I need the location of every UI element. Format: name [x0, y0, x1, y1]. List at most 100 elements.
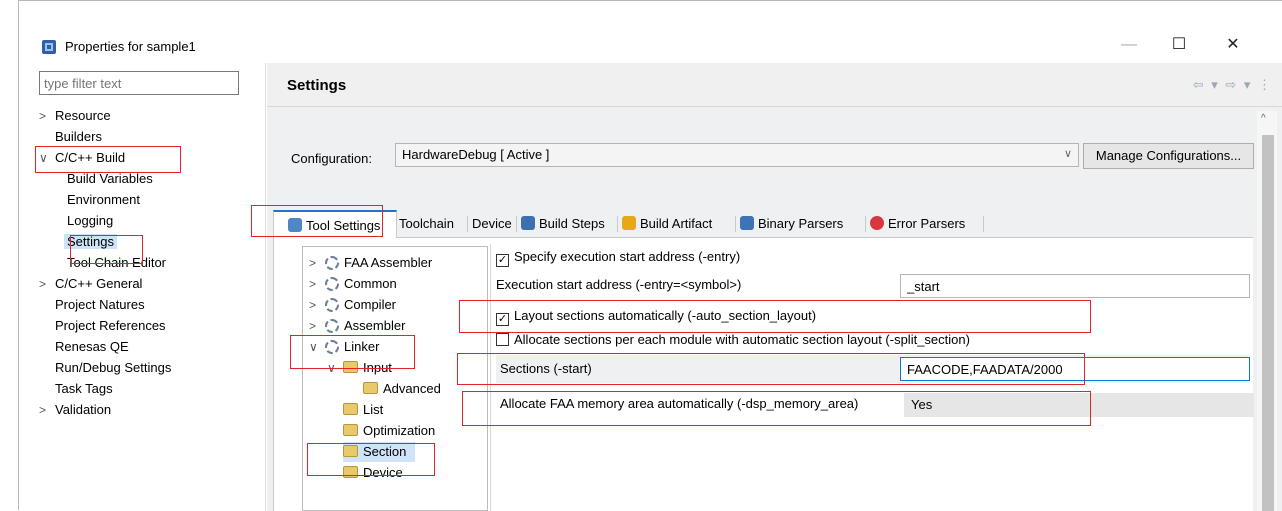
entry-address-label: Execution start address (-entry=<symbol>… — [496, 277, 742, 292]
tool-item-optimization[interactable]: Optimization — [343, 421, 435, 441]
highlight-box — [457, 353, 1085, 385]
tab-toolchain[interactable]: Toolchain — [399, 210, 454, 238]
entry-address-input[interactable] — [900, 274, 1250, 298]
tab-label: Device — [472, 216, 512, 231]
tool-item-assembler[interactable]: > Assembler — [309, 316, 405, 336]
highlight-box — [462, 391, 1091, 426]
tree-label: Project References — [55, 318, 166, 333]
tool-label: Assembler — [344, 318, 406, 333]
tree-item-environment[interactable]: Environment — [67, 190, 140, 210]
chevron-down-icon: ∨ — [1063, 148, 1072, 160]
tab-label: Build Steps — [539, 216, 605, 231]
tool-item-faa-assembler[interactable]: > FAA Assembler — [309, 253, 432, 273]
panel-divider — [265, 63, 266, 511]
scrollbar-thumb[interactable] — [1262, 135, 1274, 511]
tree-item-builders[interactable]: Builders — [39, 127, 102, 147]
gear-icon — [325, 319, 339, 333]
trophy-icon — [622, 216, 636, 230]
tool-item-compiler[interactable]: > Compiler — [309, 295, 396, 315]
tree-label: Renesas QE — [55, 339, 129, 354]
chevron-right-icon[interactable]: > — [309, 316, 325, 336]
tree-item-logging[interactable]: Logging — [67, 211, 113, 231]
close-button[interactable]: ✕ — [1213, 31, 1253, 59]
tree-item-project-references[interactable]: Project References — [55, 316, 166, 336]
highlight-box — [35, 146, 181, 173]
tree-item-task-tags[interactable]: Task Tags — [55, 379, 113, 399]
highlight-box — [459, 300, 1091, 333]
gear-icon — [325, 256, 339, 270]
folder-icon — [343, 424, 358, 436]
entry-checkbox-row[interactable]: ✓ Specify execution start address (-entry… — [496, 246, 740, 268]
left-navigation: >Resource Builders ∨C/C++ Build Build Va… — [39, 71, 261, 511]
tree-label: Resource — [55, 108, 111, 123]
tool-item-common[interactable]: > Common — [309, 274, 397, 294]
manage-configurations-button[interactable]: Manage Configurations... — [1083, 143, 1254, 169]
chevron-right-icon[interactable]: > — [309, 295, 325, 315]
minimize-button[interactable]: — — [1109, 31, 1149, 59]
gear-icon — [325, 298, 339, 312]
tool-label: Compiler — [344, 297, 397, 312]
tree-item-validation[interactable]: > Validation — [39, 400, 111, 420]
filter-input[interactable] — [39, 71, 239, 95]
highlight-box — [307, 443, 435, 476]
tree-label: Task Tags — [55, 381, 113, 396]
tree-item-run-debug-settings[interactable]: Run/Debug Settings — [55, 358, 171, 378]
tree-item-renesas-qe[interactable]: Renesas QE — [55, 337, 129, 357]
tree-item-cpp-general[interactable]: > C/C++ General — [39, 274, 142, 294]
tab-binary-parsers[interactable]: Binary Parsers — [740, 210, 843, 238]
window-title: Properties for sample1 — [65, 39, 196, 54]
app-icon — [42, 40, 56, 54]
tab-device[interactable]: Device — [472, 210, 512, 238]
configuration-value: HardwareDebug [ Active ] — [402, 147, 550, 162]
tree-label: Environment — [67, 192, 140, 207]
entry-checkbox-label: Specify execution start address (-entry) — [514, 249, 741, 264]
error-icon — [870, 216, 884, 230]
tab-build-artifact[interactable]: Build Artifact — [622, 210, 712, 238]
tool-label: List — [363, 402, 384, 417]
tree-item-project-natures[interactable]: Project Natures — [55, 295, 145, 315]
chevron-right-icon[interactable]: > — [39, 106, 55, 126]
chevron-right-icon[interactable]: > — [309, 253, 325, 273]
gear-icon — [325, 277, 339, 291]
folder-icon — [343, 403, 358, 415]
tree-item-resource[interactable]: > Resource — [39, 106, 111, 126]
tab-label: Build Artifact — [640, 216, 713, 231]
scroll-up-icon[interactable]: ^ — [1261, 113, 1266, 124]
tab-label: Toolchain — [399, 216, 454, 231]
checkbox-checked[interactable]: ✓ — [496, 254, 509, 267]
tab-error-parsers[interactable]: Error Parsers — [870, 210, 965, 238]
tool-label: Advanced — [383, 381, 441, 396]
tab-label: Binary Parsers — [758, 216, 844, 231]
folder-icon — [363, 382, 378, 394]
tree-label: Validation — [55, 402, 112, 417]
highlight-box — [70, 235, 143, 264]
tree-label: Logging — [67, 213, 114, 228]
checkbox-unchecked[interactable] — [496, 333, 509, 346]
tree-label: C/C++ General — [55, 276, 143, 291]
tree-label: Builders — [55, 129, 102, 144]
chevron-right-icon[interactable]: > — [309, 274, 325, 294]
chevron-right-icon[interactable]: > — [39, 274, 55, 294]
maximize-button[interactable]: ☐ — [1159, 31, 1199, 59]
tab-build-steps[interactable]: Build Steps — [521, 210, 605, 238]
configuration-label: Configuration: — [291, 151, 372, 166]
split-section-label: Allocate sections per each module with a… — [514, 332, 970, 347]
wand-icon — [521, 216, 535, 230]
tool-label: FAA Assembler — [344, 255, 433, 270]
page-title: Settings — [287, 77, 347, 94]
vertical-scrollbar[interactable]: ^ — [1257, 111, 1277, 511]
nav-arrows[interactable]: ⇦ ▾ ⇨ ▾ ⋮ — [1193, 77, 1273, 93]
tree-label: Build Variables — [67, 171, 153, 186]
settings-tabs: Tool Settings Toolchain Device Build Ste… — [273, 210, 1253, 238]
highlight-box — [251, 205, 383, 237]
configuration-select[interactable]: HardwareDebug [ Active ] ∨ — [395, 143, 1079, 167]
tool-item-advanced[interactable]: Advanced — [363, 379, 441, 399]
tool-item-list[interactable]: List — [343, 400, 383, 420]
chevron-right-icon[interactable]: > — [39, 400, 55, 420]
settings-header: Settings ⇦ ▾ ⇨ ▾ ⋮ — [267, 63, 1282, 107]
highlight-box — [290, 335, 415, 369]
tree-label: Run/Debug Settings — [55, 360, 172, 375]
tree-label: Project Natures — [55, 297, 145, 312]
tab-label: Error Parsers — [888, 216, 966, 231]
properties-window: Properties for sample1 — ☐ ✕ >Resource B… — [18, 0, 1282, 511]
